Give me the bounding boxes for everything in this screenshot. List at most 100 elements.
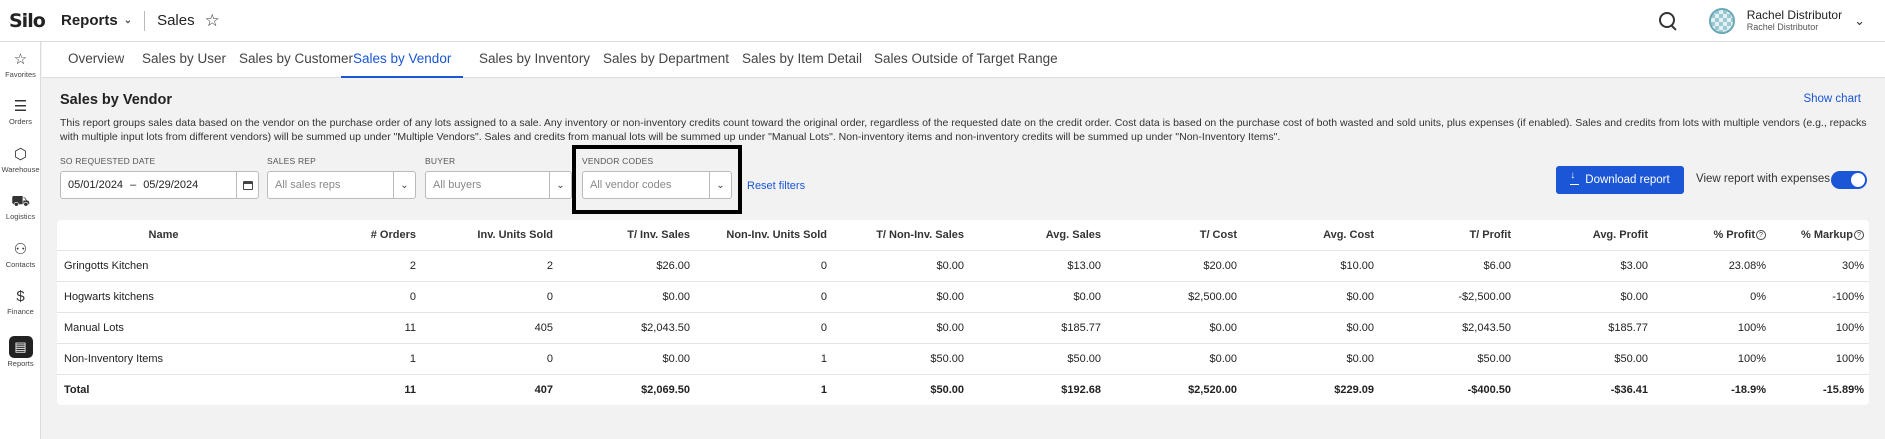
report-description: This report groups sales data based on t… (60, 117, 1867, 143)
cell-inv-sales: $0.00 (662, 353, 690, 365)
table-total-row[interactable]: Total 11 407 $2,069.50 1 $50.00 $192.68 $2,520.… (57, 375, 1869, 406)
top-bar: Silo Reports ⌄ Sales ☆ Rachel Distributo… (0, 0, 1885, 42)
cell-non-inv-sales: $50.00 (930, 384, 964, 396)
silo-logo[interactable]: Silo (9, 10, 61, 32)
sidebar-item-logistics[interactable]: ⛟ Logistics (0, 193, 41, 221)
page-title: Sales (157, 12, 195, 29)
sales-rep-select[interactable]: All sales reps ⌄ (267, 171, 416, 199)
sidebar-item-finance[interactable]: $ Finance (0, 288, 41, 316)
cell-avg-cost: $0.00 (1346, 353, 1374, 365)
search-icon[interactable] (1657, 10, 1679, 32)
sidebar-item-reports[interactable]: ▤ Reports (0, 336, 41, 368)
col-inv-sales[interactable]: T/ Inv. Sales (553, 220, 690, 251)
col-name[interactable]: Name (57, 220, 270, 251)
table-row[interactable]: Non-Inventory Items 1 0 $0.00 1 $50.00 $50.00 $… (57, 344, 1869, 375)
col-avg-profit[interactable]: Avg. Profit (1511, 220, 1648, 251)
cell-non-inv-sales: $50.00 (930, 353, 964, 365)
tab-sales-outside-target-range[interactable]: Sales Outside of Target Range (874, 42, 1058, 78)
tab-sales-by-department[interactable]: Sales by Department (603, 42, 729, 78)
user-company: Rachel Distributor (1746, 21, 1819, 32)
breadcrumb-divider (144, 10, 146, 31)
table-row[interactable]: Manual Lots 11 405 $2,043.50 0 $0.00 $185.77 $0… (57, 313, 1869, 344)
star-icon: ☆ (13, 51, 28, 68)
table-row[interactable]: Hogwarts kitchens 0 0 $0.00 0 $0.00 $0.00 $2,50… (57, 282, 1869, 313)
col-pct-profit-label: % Profit (1713, 229, 1755, 241)
sidebar-item-orders[interactable]: ☰ Orders (0, 98, 41, 126)
col-avg-cost[interactable]: Avg. Cost (1237, 220, 1374, 251)
cell-inv-units: 405 (534, 322, 553, 334)
cell-non-inv-units: 0 (820, 260, 827, 272)
col-non-inv-sales[interactable]: T/ Non-Inv. Sales (827, 220, 964, 251)
cell-avg-cost: $0.00 (1346, 322, 1374, 334)
date-range-input[interactable]: 05/01/2024 – 05/29/2024 (60, 171, 259, 199)
module-switcher[interactable]: Reports ⌄ (61, 12, 132, 29)
calendar-icon[interactable] (236, 172, 258, 198)
expenses-toggle-label: View report with expenses (1696, 173, 1831, 185)
cell-non-inv-units: 0 (820, 291, 827, 303)
col-orders[interactable]: # Orders (297, 220, 416, 251)
col-avg-sales[interactable]: Avg. Sales (964, 220, 1101, 251)
download-icon (1570, 171, 1580, 185)
buyer-label: BUYER (425, 156, 456, 166)
info-icon[interactable]: ? (1756, 230, 1766, 240)
tab-sales-by-customer[interactable]: Sales by Customer (239, 42, 353, 78)
sales-rep-placeholder: All sales reps (275, 179, 341, 191)
cell-avg-cost: $0.00 (1346, 291, 1374, 303)
cell-profit: -$2,500.00 (1458, 291, 1511, 303)
cell-orders: 1 (409, 353, 416, 365)
info-icon[interactable]: ? (1854, 230, 1864, 240)
reset-filters-link[interactable]: Reset filters (747, 180, 805, 192)
cell-profit: $2,043.50 (1462, 322, 1511, 334)
tab-sales-by-item-detail[interactable]: Sales by Item Detail (742, 42, 862, 78)
sidebar-item-label: Reports (7, 359, 34, 368)
col-profit[interactable]: T/ Profit (1374, 220, 1511, 251)
chevron-down-icon: ⌄ (123, 15, 133, 26)
tab-sales-by-inventory[interactable]: Sales by Inventory (479, 42, 590, 78)
tab-overview[interactable]: Overview (68, 42, 124, 78)
vendor-codes-select[interactable]: All vendor codes ⌄ (582, 171, 732, 199)
vendor-sales-table: Name # Orders Inv. Units Sold T/ Inv. Sa… (57, 220, 1869, 405)
end-date: 05/29/2024 (143, 179, 199, 191)
chevron-down-icon[interactable]: ⌄ (393, 172, 415, 198)
col-inv-units-sold[interactable]: Inv. Units Sold (416, 220, 553, 251)
chevron-down-icon[interactable]: ⌄ (549, 172, 571, 198)
cell-pct-profit: -18.9% (1731, 384, 1766, 396)
user-menu[interactable]: Rachel Distributor Rachel Distributor (1747, 9, 1842, 32)
chevron-down-icon[interactable]: ⌄ (1854, 13, 1865, 29)
buyer-select[interactable]: All buyers ⌄ (425, 171, 572, 199)
col-cost[interactable]: T/ Cost (1101, 220, 1237, 251)
cell-pct-markup: 100% (1835, 322, 1864, 334)
download-report-button[interactable]: Download report (1556, 166, 1684, 194)
sidebar-item-label: Contacts (5, 260, 36, 269)
cell-avg-profit: $0.00 (1620, 291, 1648, 303)
start-date: 05/01/2024 (68, 179, 124, 191)
tab-sales-by-user[interactable]: Sales by User (142, 42, 226, 78)
cell-avg-cost: $229.09 (1334, 384, 1374, 396)
table-row[interactable]: Gringotts Kitchen 2 2 $26.00 0 $0.00 $13.00 $20… (57, 251, 1869, 282)
expenses-toggle[interactable] (1831, 171, 1867, 189)
cell-inv-sales: $0.00 (662, 291, 690, 303)
cell-cost: $0.00 (1209, 322, 1237, 334)
col-pct-profit[interactable]: % Profit? (1648, 220, 1766, 251)
cell-inv-units: 0 (546, 353, 553, 365)
cell-avg-sales: $50.00 (1067, 353, 1101, 365)
date-filter-label: SO REQUESTED DATE (60, 156, 156, 166)
sidebar-item-warehouse[interactable]: ⬡ Warehouse (0, 146, 41, 174)
cell-inv-units: 407 (534, 384, 553, 396)
cell-non-inv-sales: $0.00 (936, 322, 964, 334)
sidebar-item-contacts[interactable]: ⚇ Contacts (0, 241, 41, 269)
table-header: Name # Orders Inv. Units Sold T/ Inv. Sa… (57, 220, 1869, 251)
col-pct-markup[interactable]: % Markup? (1766, 220, 1864, 251)
tab-sales-by-vendor[interactable]: Sales by Vendor (341, 42, 464, 78)
cube-icon: ⬡ (13, 146, 28, 163)
avatar[interactable] (1708, 8, 1735, 34)
chevron-down-icon[interactable]: ⌄ (709, 172, 731, 198)
cell-avg-sales: $192.68 (1061, 384, 1101, 396)
col-non-inv-units-sold[interactable]: Non-Inv. Units Sold (690, 220, 827, 251)
show-chart-link[interactable]: Show chart (1803, 93, 1861, 105)
cell-pct-profit: 100% (1737, 322, 1766, 334)
sidebar-item-favorites[interactable]: ☆ Favorites (0, 51, 41, 79)
reports-icon: ▤ (8, 336, 33, 358)
cell-non-inv-sales: $0.00 (936, 291, 964, 303)
favorite-star-icon[interactable]: ☆ (205, 11, 220, 31)
